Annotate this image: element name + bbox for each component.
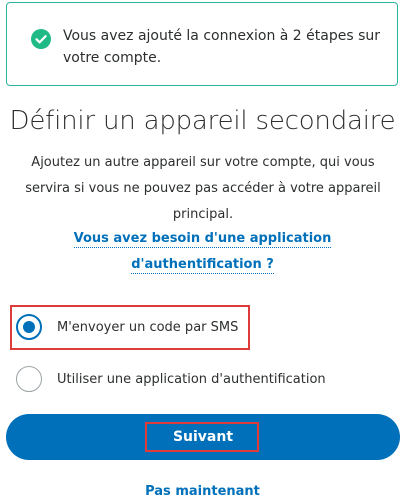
authenticator-app-radio-button[interactable] [16,366,42,392]
authenticator-app-option-label[interactable]: Utiliser une application d'authentificat… [57,372,326,387]
page-description: Ajoutez un autre appareil sur votre comp… [25,155,381,222]
success-alert: Vous avez ajouté la connexion à 2 étapes… [6,2,398,86]
next-button[interactable]: Suivant [6,414,400,460]
sms-option[interactable]: M'envoyer un code par SMS [16,311,238,343]
alert-message: Vous avez ajouté la connexion à 2 étapes… [63,28,381,66]
page-title: Définir un appareil secondaire [9,106,396,136]
not-now-link[interactable]: Pas maintenant [0,484,405,499]
authenticator-help-link[interactable]: Vous avez besoin d'une application d'aut… [60,226,345,278]
check-circle-icon [31,29,51,49]
help-link-text[interactable]: Vous avez besoin d'une application d'aut… [73,231,332,274]
authenticator-app-option[interactable]: Utiliser une application d'authentificat… [16,363,326,395]
sms-option-label[interactable]: M'envoyer un code par SMS [57,320,238,335]
sms-radio-button[interactable] [16,314,42,340]
next-button-label: Suivant [172,429,234,445]
